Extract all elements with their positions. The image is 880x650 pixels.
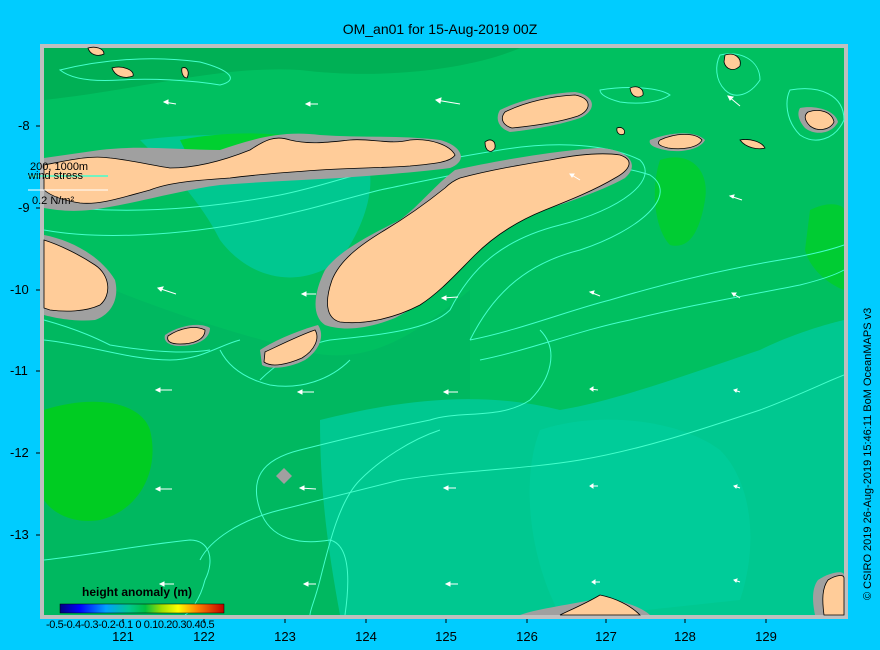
x-tick-label: 122	[193, 629, 215, 644]
x-tick-label: 121	[112, 629, 134, 644]
x-tick-label: 123	[274, 629, 296, 644]
x-tick-label: 129	[755, 629, 777, 644]
x-tick-label: 126	[516, 629, 538, 644]
x-tick-label: 127	[595, 629, 617, 644]
x-tick-label: 125	[435, 629, 457, 644]
ocean-map	[28, 44, 848, 623]
y-tick-label: -11	[10, 363, 28, 378]
y-tick-label: -10	[10, 282, 29, 297]
island-small	[616, 127, 625, 136]
y-tick-label: -9	[18, 200, 30, 215]
colorbar-title: height anomaly (m)	[82, 585, 193, 599]
credit-text: © CSIRO 2019 26-Aug-2019 15:46:11 BoM Oc…	[862, 307, 874, 600]
wind-scale-label: 0.2 N/m²	[32, 195, 75, 207]
y-tick-label: -12	[10, 445, 29, 460]
colorbar-tick-labels: -0.5-0.4-0.3-0.2-0.1 0 0.10.20.30.40.5	[46, 619, 215, 631]
x-tick-label: 128	[674, 629, 696, 644]
x-tick-label: 124	[355, 629, 377, 644]
wind-legend-label: wind stress	[28, 170, 84, 182]
colorbar	[59, 603, 225, 614]
anomaly-zone	[529, 419, 751, 615]
y-tick-label: -8	[18, 118, 30, 133]
y-tick-label: -13	[10, 527, 29, 542]
